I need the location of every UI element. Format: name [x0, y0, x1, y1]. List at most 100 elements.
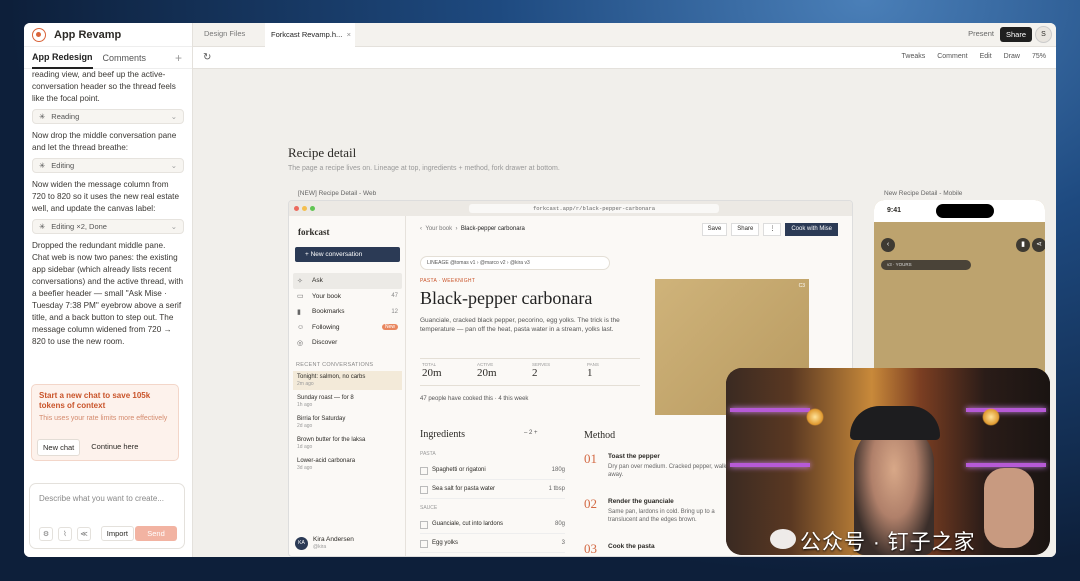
app-logo-icon[interactable]: [32, 27, 46, 42]
sparkle-icon: ✳: [39, 111, 46, 121]
edit-button[interactable]: Edit: [980, 53, 992, 60]
more-button[interactable]: ⋮: [763, 223, 782, 236]
method-heading: Method: [584, 430, 616, 441]
cap: [850, 406, 940, 440]
user-handle: @kira: [313, 544, 327, 550]
recent-time: 1h ago: [297, 402, 313, 408]
tab-app-redesign[interactable]: App Redesign: [32, 47, 93, 69]
ingredient-row[interactable]: Egg yolks 3: [420, 534, 565, 553]
nav-item-ask[interactable]: ✧ Ask: [293, 273, 402, 289]
chat-message: Now widen the message column from 720 to…: [32, 180, 180, 213]
nav-label: Following: [312, 323, 340, 331]
warning-title: Start a new chat to save 105k tokens of …: [39, 391, 151, 410]
nav-count: 47: [391, 293, 398, 300]
brand-logo[interactable]: forkcast: [298, 227, 330, 237]
recent-time: 2d ago: [297, 423, 313, 429]
tweaks-button[interactable]: Tweaks: [902, 53, 926, 60]
mobile-lineage[interactable]: v3 · YOURS: [881, 260, 971, 270]
new-chat-button[interactable]: New chat: [37, 439, 81, 456]
tool-pill-reading[interactable]: ✳ Reading ⌄: [32, 109, 184, 124]
ingredient-qty: 80g: [554, 521, 565, 527]
recipe-description: Guanciale, cracked black pepper, pecorin…: [420, 317, 620, 333]
refresh-icon[interactable]: ↻: [203, 52, 211, 63]
canvas-toolbar: ↻ Tweaks Comment Edit Draw 75%: [193, 47, 1056, 69]
share-button[interactable]: Share: [999, 27, 1032, 42]
shelf-light: [966, 463, 1046, 467]
recent-item[interactable]: Tonight: salmon, no carbs 2m ago: [293, 371, 402, 390]
cook-with-mise-button[interactable]: Cook with Mise: [785, 223, 838, 236]
ingredients-heading: Ingredients: [420, 429, 465, 440]
continue-here-button[interactable]: Continue here: [86, 439, 143, 456]
app-title: App Revamp: [54, 28, 122, 41]
user-card[interactable]: KA Kira Andersen @kira: [295, 536, 354, 550]
chat-message: Dropped the redundant middle pane. Chat …: [32, 241, 184, 346]
ingredient-name: Spaghetti or rigatoni: [432, 467, 486, 473]
close-icon[interactable]: ×: [347, 23, 351, 47]
tab-forkcast-revamp[interactable]: Forkcast Revamp.h... ×: [265, 23, 355, 47]
tab-comments[interactable]: Comments: [103, 53, 147, 63]
avatar[interactable]: S: [1035, 26, 1052, 43]
lineage-bar[interactable]: LINEAGE @tomas v1 › @marco v2 › @kira v3: [420, 256, 610, 270]
sparkle-icon: ✳: [39, 221, 46, 231]
comment-button[interactable]: Comment: [937, 53, 967, 60]
recipe-title: Black-pepper carbonara: [420, 288, 593, 308]
nav-item-bookmarks[interactable]: ▮ Bookmarks 12: [293, 304, 402, 320]
share-button[interactable]: Share: [731, 223, 760, 236]
draw-button[interactable]: Draw: [1004, 53, 1020, 60]
settings-icon[interactable]: ⚙: [39, 527, 53, 541]
method-step: 02 Render the guanciale Same pan, lardons …: [584, 496, 734, 541]
chat-panel: App Revamp App Redesign Comments + readi…: [24, 23, 193, 557]
close-dot: [294, 206, 299, 211]
recipe-kicker: PASTA · WEEKNIGHT: [420, 278, 476, 284]
breadcrumb[interactable]: ‹ Your book › Black-pepper carbonara: [420, 226, 525, 232]
method-step: 01 Toast the pepper Dry pan over medium. C…: [584, 451, 734, 496]
tool-pill-done[interactable]: ✳ Editing ×2, Done ⌄: [32, 219, 184, 234]
nav-label: Your book: [312, 292, 342, 300]
servings-stepper[interactable]: – 2 +: [524, 430, 538, 436]
attach-icon[interactable]: ⌇: [58, 527, 72, 541]
nav-item-discover[interactable]: ◎ Discover: [293, 335, 402, 351]
tool-pill-editing[interactable]: ✳ Editing ⌄: [32, 158, 184, 173]
recent-item[interactable]: Lower-acid carbonara 3d ago: [293, 455, 402, 474]
recent-item[interactable]: Brown butter for the laksa 1d ago: [293, 434, 402, 453]
composer[interactable]: Describe what you want to create... ⚙ ⌇ …: [29, 483, 185, 549]
nav-item-your-book[interactable]: ▭ Your book 47: [293, 289, 402, 305]
bookmark-icon[interactable]: ▮: [1016, 238, 1030, 252]
nav-label: Bookmarks: [312, 308, 345, 316]
mention-icon[interactable]: ≪: [77, 527, 91, 541]
send-button[interactable]: Send: [135, 526, 177, 541]
present-button[interactable]: Present: [968, 29, 994, 38]
method-step: 03 Cook the pasta: [584, 541, 734, 556]
crumb-back[interactable]: Your book: [425, 226, 452, 232]
share-icon[interactable]: ⋖: [1032, 238, 1045, 252]
recent-item[interactable]: Sunday roast — for 8 1h ago: [293, 392, 402, 411]
chevron-down-icon: ⌄: [170, 221, 177, 231]
ingredient-row[interactable]: Sea salt for pasta water 1 tbsp: [420, 480, 565, 499]
recent-title: Sunday roast — for 8: [297, 395, 354, 401]
back-icon[interactable]: ‹: [881, 238, 895, 252]
new-conversation-button[interactable]: + New conversation: [295, 247, 400, 262]
recent-header: RECENT CONVERSATIONS: [296, 362, 374, 368]
step-number: 03: [584, 541, 597, 556]
chevron-down-icon: ⌄: [170, 111, 177, 121]
ingredient-name: Sea salt for pasta water: [432, 486, 496, 492]
ask-icon: ✧: [297, 277, 303, 285]
ingredient-row[interactable]: Spaghetti or rigatoni 180g: [420, 461, 565, 480]
recent-item[interactable]: Birria for Saturday 2d ago: [293, 413, 402, 432]
import-button[interactable]: Import: [100, 526, 134, 541]
hand: [984, 468, 1034, 548]
recent-time: 3d ago: [297, 465, 313, 471]
url-bar[interactable]: forkcast.app/r/black-pepper-carbonara: [469, 204, 719, 213]
composer-input[interactable]: Describe what you want to create...: [39, 494, 164, 503]
add-tab-button[interactable]: +: [175, 51, 182, 65]
step-desc: Same pan, lardons in cold. Bring up to a…: [608, 509, 715, 523]
stat-active: ACTIVE 20m: [475, 359, 530, 385]
zoom-level[interactable]: 75%: [1032, 53, 1046, 60]
tab-design-files[interactable]: Design Files: [204, 29, 245, 38]
status-time: 9:41: [887, 207, 902, 214]
ingredient-row[interactable]: Guanciale, cut into lardons 80g: [420, 515, 565, 534]
recent-title: Tonight: salmon, no carbs: [297, 374, 366, 380]
shelf-light: [730, 408, 810, 412]
save-button[interactable]: Save: [701, 223, 728, 236]
nav-item-following[interactable]: ☺ Following New: [293, 320, 402, 336]
